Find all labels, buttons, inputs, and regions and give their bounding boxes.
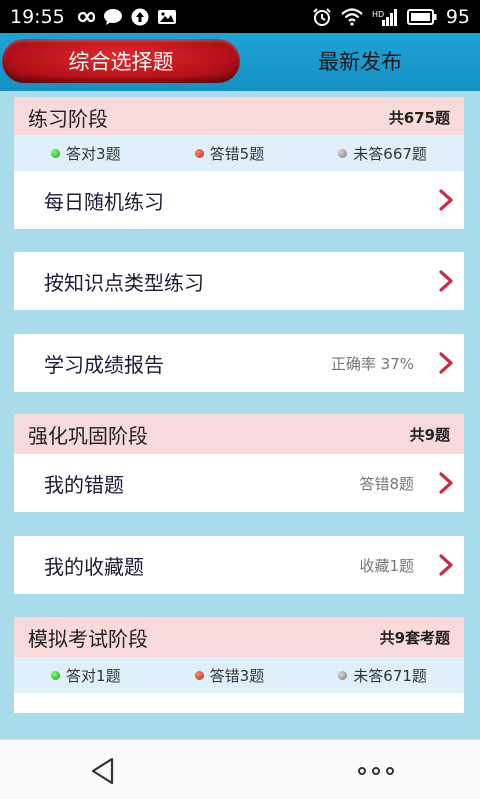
- battery-icon: [406, 8, 437, 25]
- stat-unanswered: 未答667题: [338, 143, 427, 164]
- more-options-icon[interactable]: [358, 761, 398, 781]
- image-icon: [157, 9, 177, 25]
- list-item-my-favorites[interactable]: 我的收藏题 收藏1题: [14, 536, 464, 594]
- alarm-icon: [312, 7, 332, 27]
- dot-icon: [358, 767, 366, 775]
- battery-level: 95: [445, 5, 470, 28]
- svg-text:HD: HD: [372, 10, 384, 19]
- practice-stats-row: 答对3题 答错5题 未答667题: [14, 135, 464, 171]
- stat-wrong: 答错5题: [194, 143, 264, 164]
- tab-latest-release[interactable]: 最新发布: [240, 39, 480, 83]
- chevron-right-icon: [438, 554, 454, 576]
- red-dot-icon: [194, 670, 204, 680]
- chevron-right-icon: [438, 189, 454, 211]
- chevron-right-icon: [438, 472, 454, 494]
- list-item-daily-random-practice[interactable]: 每日随机练习: [14, 171, 464, 229]
- list-item-label: 我的收藏题: [44, 554, 144, 579]
- stat-unanswered: 未答671题: [338, 665, 427, 686]
- list-item-partial[interactable]: [14, 693, 464, 713]
- chevron-right-icon: [438, 270, 454, 292]
- section-exam-header: 模拟考试阶段 共9套考题: [14, 617, 464, 657]
- wifi-icon: [341, 7, 363, 26]
- stat-correct: 答对1题: [51, 665, 121, 686]
- section-count: 共9题: [409, 425, 450, 444]
- green-dot-icon: [51, 148, 61, 158]
- wrong-count-note: 答错8题: [359, 474, 414, 493]
- list-item-label: 按知识点类型练习: [44, 270, 204, 295]
- stat-wrong: 答错3题: [194, 665, 264, 686]
- accuracy-note: 正确率 37%: [330, 354, 414, 373]
- section-reinforce-header: 强化巩固阶段 共9题: [14, 414, 464, 454]
- chevron-right-icon: [438, 352, 454, 374]
- gray-dot-icon: [338, 148, 348, 158]
- section-practice-header: 练习阶段 共675题: [14, 97, 464, 137]
- section-title: 模拟考试阶段: [28, 626, 148, 651]
- red-dot-icon: [194, 148, 204, 158]
- stat-correct: 答对3题: [51, 143, 121, 164]
- gray-dot-icon: [338, 670, 348, 680]
- list-item-label: 我的错题: [44, 472, 124, 497]
- upload-circle-icon: [131, 8, 149, 26]
- infinity-icon: [73, 10, 95, 24]
- list-item-label: 每日随机练习: [44, 189, 164, 214]
- section-title: 练习阶段: [28, 106, 108, 131]
- system-nav-bar: [0, 739, 480, 799]
- list-item-my-wrong-questions[interactable]: 我的错题 答错8题: [14, 454, 464, 512]
- section-count: 共675题: [388, 108, 450, 127]
- back-icon[interactable]: [88, 756, 118, 786]
- signal-icon: HD: [372, 8, 398, 26]
- clock-time: 19:55: [10, 5, 65, 28]
- favorite-count-note: 收藏1题: [359, 556, 414, 575]
- chat-bubble-icon: [103, 8, 123, 26]
- green-dot-icon: [51, 670, 61, 680]
- status-bar: 19:55 HD 95: [0, 0, 480, 33]
- tab-comprehensive-choice[interactable]: 综合选择题: [2, 39, 240, 83]
- section-count: 共9套考题: [379, 628, 450, 647]
- tab-bar: 综合选择题 最新发布: [0, 33, 480, 91]
- main-content: 练习阶段 共675题 答对3题 答错5题 未答667题 每日随机练习 按知识点类…: [14, 91, 464, 713]
- section-title: 强化巩固阶段: [28, 423, 148, 448]
- dot-icon: [372, 767, 380, 775]
- dot-icon: [386, 767, 394, 775]
- list-item-study-report[interactable]: 学习成绩报告 正确率 37%: [14, 334, 464, 392]
- list-item-knowledge-point-practice[interactable]: 按知识点类型练习: [14, 252, 464, 310]
- exam-stats-row: 答对1题 答错3题 未答671题: [14, 657, 464, 693]
- list-item-label: 学习成绩报告: [44, 352, 164, 377]
